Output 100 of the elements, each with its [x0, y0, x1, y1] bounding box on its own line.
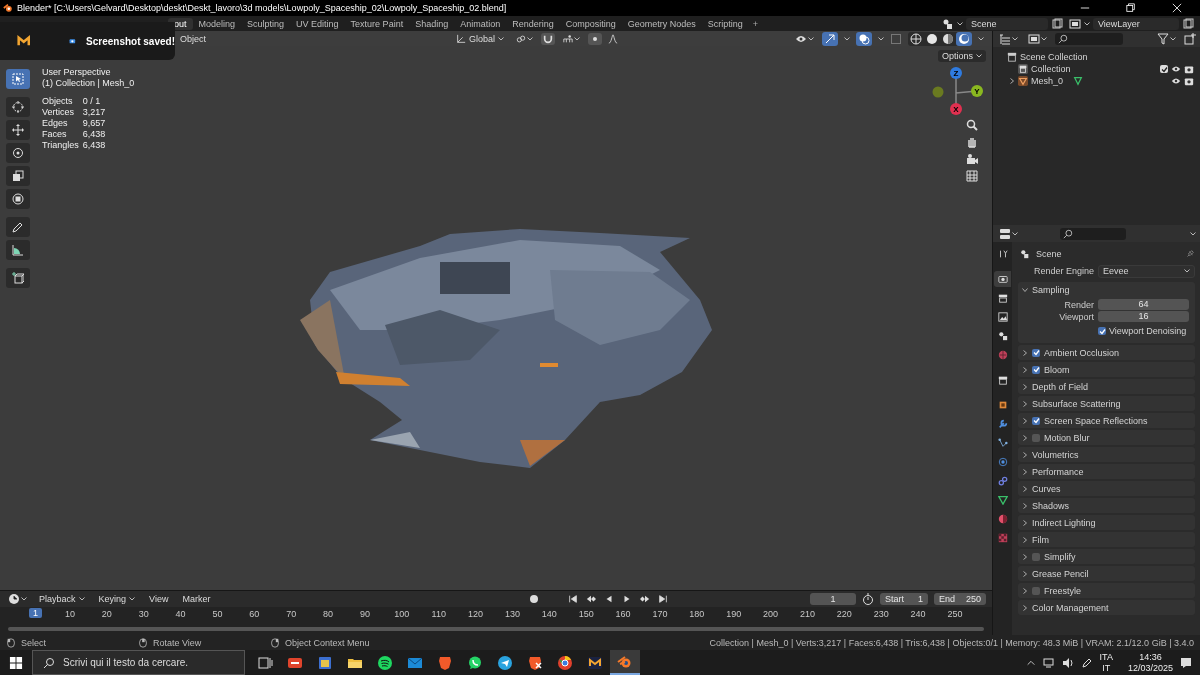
panel-header[interactable]: Motion Blur: [1018, 430, 1195, 445]
workspace-tab[interactable]: Compositing: [559, 17, 622, 30]
status-hint: Rotate View: [153, 637, 202, 648]
number-field[interactable]: 64: [1098, 299, 1189, 310]
outliner-item[interactable]: Scene Collection: [1020, 52, 1088, 62]
frame-number: 80: [323, 609, 334, 619]
status-hint: Select: [21, 637, 46, 648]
window-title: Blender* [C:\Users\Gelvard\Desktop\deskt\Deskt_lavoro\3d models\Lowpoly_Spaceship_02\Lowpoly_Spaceship_02.blend]: [17, 3, 508, 13]
frame-number: 110: [431, 609, 446, 619]
frame-number: 70: [286, 609, 297, 619]
frame-number: 220: [836, 609, 852, 619]
options-dropdown[interactable]: Options: [937, 50, 986, 62]
end-frame-field[interactable]: End 250: [934, 593, 986, 605]
panel-header[interactable]: Ambient Occlusion: [1018, 345, 1195, 360]
stat-label: Vertices: [42, 107, 75, 118]
workspace-tab[interactable]: Geometry Nodes: [621, 17, 702, 30]
workspace-tab[interactable]: UV Editing: [290, 17, 345, 30]
outliner-item[interactable]: Collection: [1031, 64, 1071, 74]
frame-number: 160: [615, 609, 631, 619]
menu-item[interactable]: View: [145, 593, 173, 605]
clock-time[interactable]: 14:36: [1139, 651, 1162, 663]
workspace-tab[interactable]: Texture Paint: [344, 17, 410, 30]
current-frame-field[interactable]: 1: [810, 593, 856, 605]
frame-number: 210: [800, 609, 815, 619]
field-label: Render Engine: [1032, 266, 1094, 276]
frame-number: 100: [394, 609, 410, 619]
view-context: (1) Collection | Mesh_0: [42, 78, 136, 89]
menu-dropdown[interactable]: Playback: [35, 593, 89, 605]
panel-header[interactable]: Curves: [1018, 481, 1195, 496]
workspace-tab[interactable]: Modeling: [192, 17, 242, 30]
checkbox-label: Viewport Denoising: [1109, 326, 1187, 336]
panel-header[interactable]: Screen Space Reflections: [1018, 413, 1195, 428]
status-stats: Collection | Mesh_0 | Verts:3,217 | Faces:6,438 | Tris:6,438 | Objects:0/1 | Memory: 48.3 MiB | VRAM: 2.1/12.0 GiB | 3.4.0: [709, 637, 1194, 648]
stat-label: Faces: [42, 129, 68, 140]
panel-header[interactable]: Volumetrics: [1018, 447, 1195, 462]
stat-value: 6,438: [82, 129, 106, 140]
workspace-tab[interactable]: Shading: [409, 17, 455, 30]
field-label: Viewport: [1058, 312, 1094, 322]
frame-number: 90: [360, 609, 370, 619]
panel-header[interactable]: Color Management: [1018, 600, 1195, 615]
taskbar-search-field[interactable]: Scrivi qui il testo da cercare.: [32, 650, 245, 675]
keyboard-layout[interactable]: IT: [1102, 662, 1111, 674]
field-label: Render: [1063, 300, 1094, 310]
start-frame-field[interactable]: Start 1: [880, 593, 928, 605]
frame-number: 150: [578, 609, 594, 619]
stat-value: 9,657: [82, 118, 106, 129]
frame-number: 20: [101, 609, 112, 619]
panel-header[interactable]: Indirect Lighting: [1018, 515, 1195, 530]
panel-header[interactable]: Depth of Field: [1018, 379, 1195, 394]
stat-value: 6,438: [82, 140, 106, 151]
frame-number: 240: [910, 609, 926, 619]
frame-number: 130: [505, 609, 520, 619]
toast-message: Screenshot saved!: [86, 35, 175, 47]
axis-gizmo[interactable]: Z Y X: [930, 65, 986, 115]
context-label: Scene: [1036, 249, 1063, 259]
panel-header[interactable]: Grease Pencil: [1018, 566, 1195, 581]
outliner-item[interactable]: Mesh_0: [1031, 76, 1064, 86]
frame-number: 40: [175, 609, 186, 619]
view-layer-field[interactable]: ViewLayer: [1093, 17, 1179, 30]
status-hint: Object Context Menu: [285, 637, 370, 648]
workspace-tab[interactable]: Sculpting: [241, 17, 291, 30]
add-workspace-button[interactable]: +: [748, 18, 763, 29]
panel-header[interactable]: Performance: [1018, 464, 1195, 479]
panel-header[interactable]: Bloom: [1018, 362, 1195, 377]
frame-number: 60: [249, 609, 260, 619]
panel-header[interactable]: Shadows: [1018, 498, 1195, 513]
number-field[interactable]: 16: [1098, 311, 1189, 322]
menu-dropdown[interactable]: Keying: [94, 593, 140, 605]
frame-number: 250: [947, 609, 963, 619]
stat-value: 0 / 1: [82, 96, 102, 107]
stat-value: 3,217: [82, 107, 106, 118]
frame-number: 230: [873, 609, 889, 619]
panel-header[interactable]: Sampling: [1018, 282, 1195, 297]
view-name: User Perspective: [42, 67, 112, 78]
object-menu[interactable]: Object: [176, 32, 210, 45]
stat-label: Edges: [42, 118, 69, 129]
workspace-tab[interactable]: Rendering: [506, 17, 560, 30]
render-engine-dropdown[interactable]: Eevee: [1098, 264, 1195, 278]
stat-label: Triangles: [42, 140, 79, 151]
workspace-tab[interactable]: Scripting: [701, 17, 749, 30]
scene-field[interactable]: Scene: [966, 17, 1048, 30]
panel-header[interactable]: Simplify: [1018, 549, 1195, 564]
panel-header[interactable]: Freestyle: [1018, 583, 1195, 598]
language-indicator[interactable]: ITA: [1099, 651, 1113, 663]
stat-label: Objects: [42, 96, 74, 107]
panel-header[interactable]: Subsurface Scattering: [1018, 396, 1195, 411]
frame-number: 10: [65, 609, 75, 619]
frame-number: 140: [541, 609, 557, 619]
panel-header[interactable]: Film: [1018, 532, 1195, 547]
workspace-tab[interactable]: Animation: [454, 17, 507, 30]
frame-number: 200: [763, 609, 779, 619]
menu-item[interactable]: Marker: [178, 593, 215, 605]
frame-number: 50: [212, 609, 223, 619]
orientation-dropdown[interactable]: Global: [452, 32, 509, 45]
playhead[interactable]: 1: [29, 608, 42, 618]
frame-number: 170: [652, 609, 668, 619]
frame-number: 30: [138, 609, 149, 619]
frame-number: 190: [726, 609, 742, 619]
frame-number: 120: [468, 609, 484, 619]
clock-date[interactable]: 12/03/2025: [1127, 662, 1173, 674]
